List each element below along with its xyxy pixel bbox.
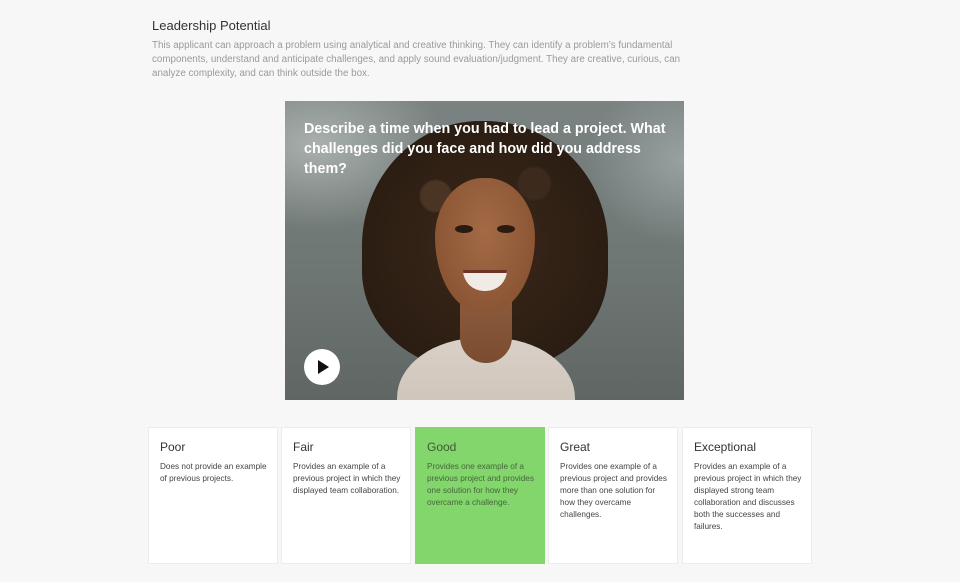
rating-title: Exceptional: [694, 440, 757, 454]
eye-left: [455, 225, 473, 233]
video-person-face: [435, 178, 535, 312]
rating-card-fair[interactable]: Fair Provides an example of a previous p…: [281, 427, 411, 564]
rating-options: Poor Does not provide an example of prev…: [148, 427, 812, 564]
rating-card-poor[interactable]: Poor Does not provide an example of prev…: [148, 427, 278, 564]
play-icon: [318, 360, 329, 374]
rating-description: Provides an example of a previous projec…: [293, 462, 401, 495]
rating-description: Provides one example of a previous proje…: [427, 462, 534, 507]
section-title: Leadership Potential: [152, 18, 271, 33]
play-button[interactable]: [304, 349, 340, 385]
section-description: This applicant can approach a problem us…: [152, 40, 681, 79]
rating-title: Great: [560, 440, 591, 454]
smile: [463, 270, 507, 291]
video-question: Describe a time when you had to lead a p…: [304, 121, 666, 177]
rating-title: Fair: [293, 440, 314, 454]
rating-title: Good: [427, 440, 457, 454]
rating-title: Poor: [160, 440, 186, 454]
rating-card-exceptional[interactable]: Exceptional Provides an example of a pre…: [682, 427, 812, 564]
rating-card-great[interactable]: Great Provides one example of a previous…: [548, 427, 678, 564]
rating-description: Provides an example of a previous projec…: [694, 462, 802, 531]
rating-card-good[interactable]: Good Provides one example of a previous …: [415, 427, 545, 564]
rating-description: Does not provide an example of previous …: [160, 462, 267, 483]
question-video[interactable]: Describe a time when you had to lead a p…: [285, 101, 684, 400]
rating-description: Provides one example of a previous proje…: [560, 462, 667, 519]
eye-right: [497, 225, 515, 233]
